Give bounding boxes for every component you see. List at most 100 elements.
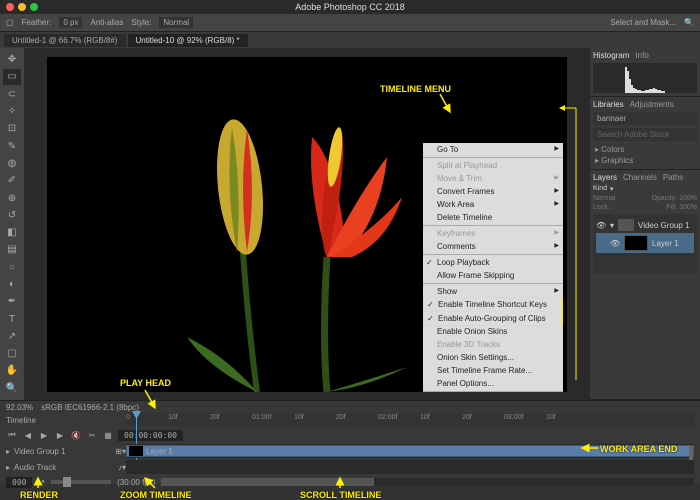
tab-layers[interactable]: Layers xyxy=(593,173,617,182)
menu-item[interactable]: Enable Timeline Shortcut Keys xyxy=(424,298,562,311)
menu-item[interactable]: Work Area xyxy=(423,198,563,211)
menu-item[interactable]: Allow Frame Skipping xyxy=(423,269,563,282)
opt-style-label: Style: xyxy=(131,18,151,27)
lasso-tool-icon[interactable]: ⊂ xyxy=(3,87,21,102)
wand-tool-icon[interactable]: ✧ xyxy=(3,104,21,119)
eyedropper-tool-icon[interactable]: ✎ xyxy=(3,138,21,153)
visibility-toggle-icon[interactable]: 👁 xyxy=(596,221,606,230)
status-profile: sRGB IEC61966-2.1 (8bpc) xyxy=(41,403,139,412)
annotation-zoom-timeline: ZOOM TIMELINE xyxy=(120,490,192,500)
menu-item[interactable]: Loop Playback xyxy=(423,256,563,269)
marquee-tool-icon[interactable]: ▭ xyxy=(3,69,21,84)
video-clip[interactable]: Layer 1 xyxy=(126,445,694,457)
group-name[interactable]: Video Group 1 xyxy=(638,221,689,230)
library-selector[interactable]: bannaer xyxy=(593,112,697,125)
blur-tool-icon[interactable]: ○ xyxy=(3,260,21,275)
timeline-zoom-slider[interactable] xyxy=(51,480,111,484)
type-tool-icon[interactable]: T xyxy=(3,311,21,326)
audio-track-label[interactable]: Audio Track xyxy=(14,463,56,472)
tab-paths[interactable]: Paths xyxy=(663,173,683,182)
library-search[interactable]: Search Adobe Stock xyxy=(593,128,697,141)
menu-item[interactable]: Enable Onion Skins xyxy=(423,325,563,338)
render-button[interactable]: ↗ xyxy=(38,478,45,487)
move-tool-icon[interactable]: ✥ xyxy=(3,52,21,67)
home-icon[interactable]: ▢ xyxy=(6,18,14,27)
library-section-graphics[interactable]: ▸ Graphics xyxy=(593,155,697,166)
heal-tool-icon[interactable]: ◍ xyxy=(3,156,21,171)
layer-row[interactable]: 👁 Layer 1 xyxy=(596,233,694,253)
layer-filter-icon[interactable]: ▾ xyxy=(610,185,614,193)
transition-button[interactable]: ▦ xyxy=(102,429,114,441)
chevron-right-icon[interactable]: ▸ xyxy=(6,463,10,472)
maximize-window-button[interactable] xyxy=(30,3,38,11)
clip-thumbnail xyxy=(129,446,143,456)
tab-doc-2[interactable]: Untitled-10 @ 92% (RGB/8) * xyxy=(128,34,248,47)
next-frame-button[interactable]: ▶ xyxy=(54,429,66,441)
crop-tool-icon[interactable]: ⊡ xyxy=(3,121,21,136)
annotation-scroll-timeline: SCROLL TIMELINE xyxy=(300,490,381,500)
library-section-colors[interactable]: ▸ Colors xyxy=(593,144,697,155)
timeline-ruler[interactable]: 010f20f01:00f10f20f02:00f10f20f03:00f10f xyxy=(126,413,694,427)
shape-tool-icon[interactable]: ▢ xyxy=(3,346,21,361)
fill-value[interactable]: 100% xyxy=(679,204,697,211)
opt-style-value[interactable]: Normal xyxy=(159,17,193,28)
layer-group-row[interactable]: 👁 ▾ Video Group 1 xyxy=(596,217,694,233)
timeline-label: Timeline xyxy=(6,416,126,425)
play-button[interactable]: ▶ xyxy=(38,429,50,441)
opacity-value[interactable]: 100% xyxy=(679,195,697,202)
tab-channels[interactable]: Channels xyxy=(623,173,657,182)
video-track-label[interactable]: Video Group 1 xyxy=(14,447,65,456)
tab-adjustments[interactable]: Adjustments xyxy=(630,100,674,109)
first-frame-button[interactable]: ⏮ xyxy=(6,429,18,441)
hand-tool-icon[interactable]: ✋ xyxy=(3,363,21,378)
menu-item[interactable]: Panel Options... xyxy=(423,377,563,390)
tab-libraries[interactable]: Libraries xyxy=(593,100,624,109)
menu-item[interactable]: Delete Timeline xyxy=(423,211,563,224)
brush-tool-icon[interactable]: ✐ xyxy=(3,173,21,188)
dodge-tool-icon[interactable]: ◐ xyxy=(3,277,21,292)
gradient-tool-icon[interactable]: ▤ xyxy=(3,242,21,257)
opt-feather-value[interactable]: 0 px xyxy=(59,17,82,28)
video-track[interactable]: Layer 1 xyxy=(126,444,694,458)
history-brush-icon[interactable]: ↺ xyxy=(3,208,21,223)
audio-track[interactable] xyxy=(126,460,694,474)
close-window-button[interactable] xyxy=(6,3,14,11)
stamp-tool-icon[interactable]: ⊕ xyxy=(3,190,21,205)
tab-histogram[interactable]: Histogram xyxy=(593,51,629,60)
opt-antialias[interactable]: Anti-alias xyxy=(90,18,123,27)
timeline-scrollbar[interactable] xyxy=(161,478,694,486)
pen-tool-icon[interactable]: ✒ xyxy=(3,294,21,309)
work-area-end-handle[interactable] xyxy=(689,446,693,460)
document-canvas[interactable]: Go ToSplit at PlayheadMove & TrimConvert… xyxy=(47,57,567,392)
zoom-tool-icon[interactable]: 🔍 xyxy=(3,381,21,396)
menu-item[interactable]: Enable Auto-Grouping of Clips xyxy=(424,312,562,325)
chevron-down-icon[interactable]: ▾ xyxy=(610,221,614,230)
scrollbar-thumb[interactable] xyxy=(161,478,374,486)
minimize-window-button[interactable] xyxy=(18,3,26,11)
eraser-tool-icon[interactable]: ◧ xyxy=(3,225,21,240)
tab-doc-1[interactable]: Untitled-1 @ 66.7% (RGB/8#) xyxy=(4,34,126,47)
layer-name[interactable]: Layer 1 xyxy=(652,239,679,248)
menu-item[interactable]: Set Timeline Frame Rate... xyxy=(423,364,563,377)
menu-item[interactable]: Convert Frames xyxy=(423,185,563,198)
menu-item[interactable]: Comments xyxy=(423,240,563,253)
menu-item[interactable]: Show xyxy=(423,285,563,298)
tab-info[interactable]: Info xyxy=(635,51,648,60)
layer-kind-label: Kind xyxy=(593,185,607,193)
add-media-icon[interactable]: ⊞▾ xyxy=(115,447,126,456)
audio-mute-button[interactable]: 🔇 xyxy=(70,429,82,441)
opt-select-mask[interactable]: Select and Mask... xyxy=(610,18,676,27)
chevron-right-icon[interactable]: ▸ xyxy=(6,447,10,456)
visibility-toggle-icon[interactable]: 👁 xyxy=(610,239,620,248)
add-audio-icon[interactable]: ♪▾ xyxy=(118,463,126,472)
blend-mode[interactable]: Normal xyxy=(593,195,616,202)
split-button[interactable]: ✂ xyxy=(86,429,98,441)
prev-frame-button[interactable]: ◀ xyxy=(22,429,34,441)
menu-item[interactable]: Onion Skin Settings... xyxy=(423,351,563,364)
search-icon[interactable]: 🔍 xyxy=(684,18,694,27)
status-zoom[interactable]: 92.03% xyxy=(6,403,33,412)
render-counter[interactable]: 000 xyxy=(6,477,32,488)
menu-item[interactable]: Go To xyxy=(423,143,563,156)
timecode[interactable]: 00:00:00:00 xyxy=(118,430,183,441)
path-tool-icon[interactable]: ↗ xyxy=(3,329,21,344)
